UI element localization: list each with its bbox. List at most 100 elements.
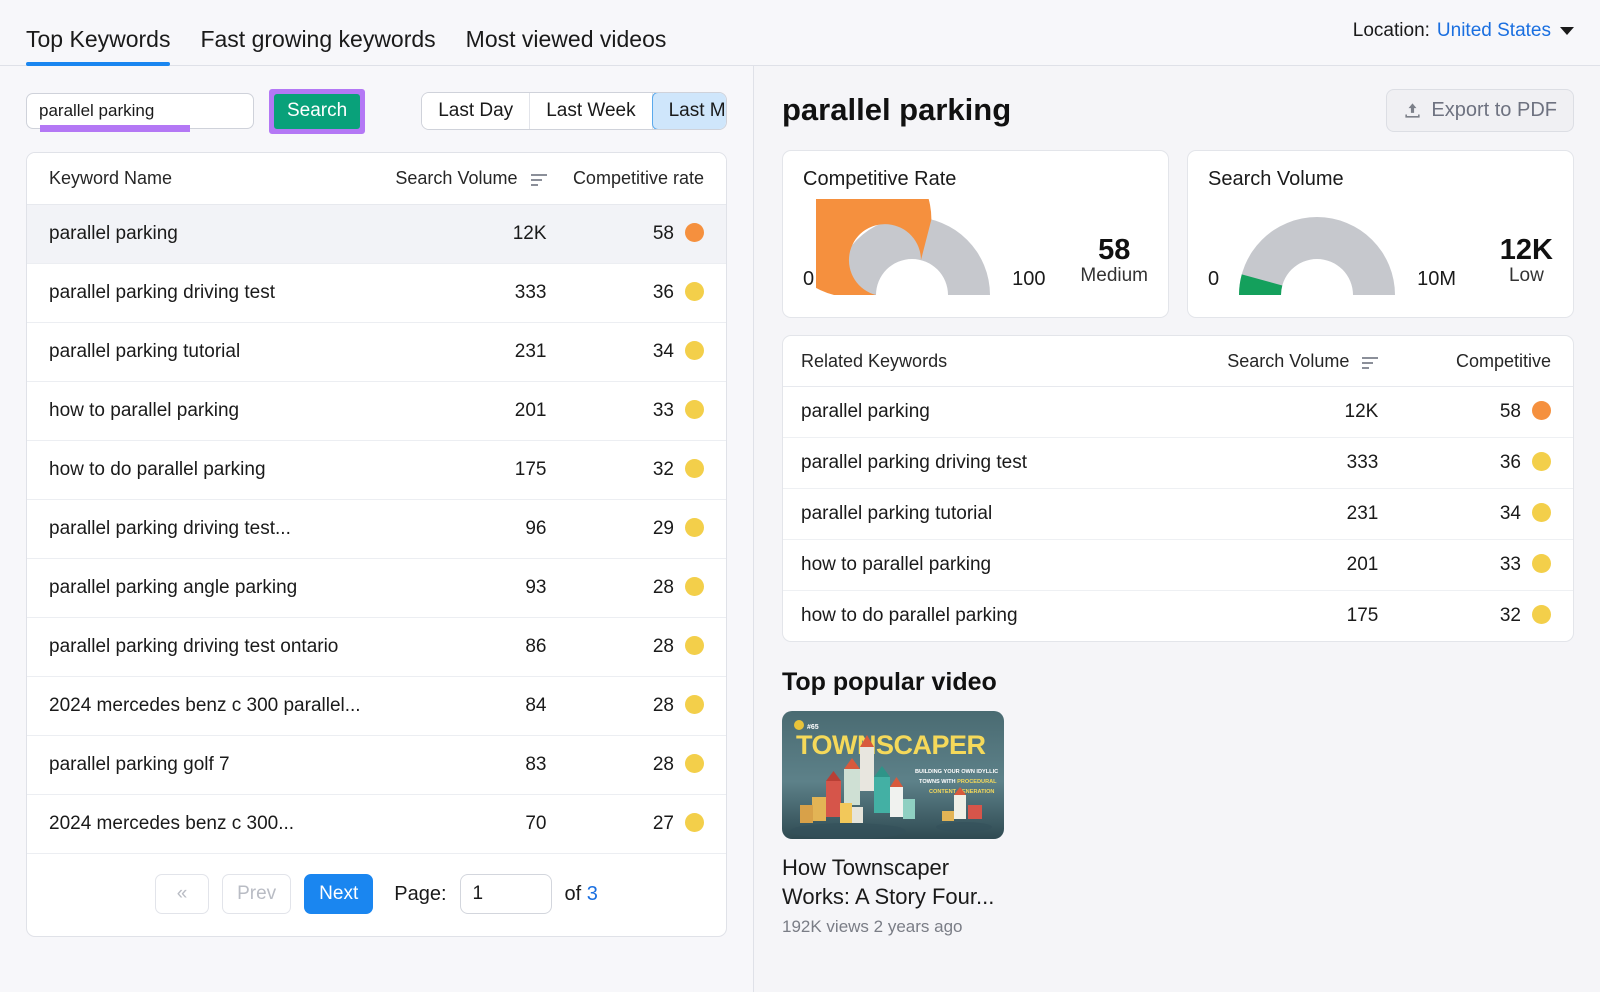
chevron-down-icon[interactable] (1560, 27, 1574, 35)
range-last-week[interactable]: Last Week (530, 93, 652, 129)
competitive-rate-dot (685, 636, 704, 655)
location-value[interactable]: United States (1437, 20, 1551, 42)
competitive-rate-card: Competitive Rate 0 100 58 Medium (782, 150, 1169, 318)
tab-top-keywords[interactable]: Top Keywords (26, 26, 170, 65)
competitive-rate-dot (685, 577, 704, 596)
competitive-rate-dot (685, 400, 704, 419)
location-label: Location: (1353, 20, 1430, 42)
table-row[interactable]: parallel parking driving test33336 (27, 264, 726, 323)
search-field-wrapper (26, 93, 254, 129)
first-page-button[interactable]: « (155, 874, 209, 914)
table-row[interactable]: parallel parking driving test33336 (783, 438, 1573, 489)
column-related-search-volume[interactable]: Search Volume (1135, 336, 1379, 387)
keywords-card: Keyword Name Search Volume Competitive r… (26, 152, 727, 937)
search-volume-card: Search Volume 0 10M 12K Low (1187, 150, 1574, 318)
keyword-name-cell: parallel parking driving test (783, 438, 1135, 489)
table-row[interactable]: 2024 mercedes benz c 300 parallel...8428 (27, 677, 726, 736)
tab-top-keywords-label: Top Keywords (26, 26, 170, 52)
video-title[interactable]: How Townscaper Works: A Story Four... (782, 853, 1012, 911)
total-pages-value: 3 (587, 883, 598, 905)
search-volume-cell: 201 (1135, 540, 1379, 591)
keyword-name-cell: parallel parking driving test... (27, 500, 369, 559)
table-row[interactable]: how to do parallel parking17532 (27, 441, 726, 500)
keyword-name-cell: parallel parking tutorial (27, 323, 369, 382)
upload-icon (1403, 101, 1422, 120)
keywords-table-head: Keyword Name Search Volume Competitive r… (27, 153, 726, 205)
svg-text:BUILDING YOUR OWN IDYLLIC: BUILDING YOUR OWN IDYLLIC (915, 769, 998, 775)
controls-row: Search Last Day Last Week Last Month (26, 88, 727, 134)
search-volume-gauge-svg (1221, 199, 1413, 299)
competitive-rate-cell: 28 (547, 736, 727, 795)
table-row[interactable]: how to do parallel parking17532 (783, 591, 1573, 642)
location-selector[interactable]: Location: United States (1353, 20, 1574, 46)
column-keyword-name-label: Keyword Name (49, 168, 172, 188)
competitive-rate-cell: 58 (1378, 387, 1573, 438)
range-last-day[interactable]: Last Day (422, 93, 530, 129)
table-row[interactable]: 2024 mercedes benz c 300...7027 (27, 795, 726, 854)
table-row[interactable]: parallel parking driving test ontario862… (27, 618, 726, 677)
column-search-volume[interactable]: Search Volume (369, 153, 546, 205)
table-row[interactable]: parallel parking12K58 (27, 205, 726, 264)
table-row[interactable]: parallel parking tutorial23134 (27, 323, 726, 382)
column-related-keywords: Related Keywords (783, 336, 1135, 387)
search-volume-value-block: 12K Low (1500, 235, 1553, 299)
detail-header: parallel parking Export to PDF (782, 84, 1574, 136)
keyword-name-cell: parallel parking tutorial (783, 489, 1135, 540)
competitive-rate-dot (685, 223, 704, 242)
prev-page-button[interactable]: Prev (222, 874, 291, 914)
export-to-pdf-button[interactable]: Export to PDF (1386, 89, 1574, 132)
video-thumbnail-image: #65 TOWNSCAPER BUILDING YOUR OWN IDYLLIC… (782, 711, 1004, 839)
next-page-button[interactable]: Next (304, 874, 373, 914)
competitive-rate-gauge-svg (816, 199, 1008, 299)
competitive-rate-cell: 32 (547, 441, 727, 500)
tab-fast-growing-keywords-label: Fast growing keywords (200, 26, 435, 52)
tab-most-viewed-videos[interactable]: Most viewed videos (466, 26, 667, 65)
column-competitive-rate: Competitive rate (547, 153, 727, 205)
keyword-name-cell: parallel parking (27, 205, 369, 264)
range-last-month[interactable]: Last Month (652, 92, 727, 130)
search-volume-cell: 231 (369, 323, 546, 382)
competitive-rate-dot (1532, 554, 1551, 573)
sort-descending-icon[interactable] (1362, 357, 1378, 369)
page-number-input[interactable] (460, 874, 552, 914)
search-input[interactable] (26, 93, 254, 129)
table-row[interactable]: parallel parking angle parking9328 (27, 559, 726, 618)
column-keyword-name: Keyword Name (27, 153, 369, 205)
right-panel: parallel parking Export to PDF Competiti… (754, 66, 1600, 992)
competitive-rate-value-block: 58 Medium (1080, 235, 1148, 299)
table-row[interactable]: parallel parking tutorial23134 (783, 489, 1573, 540)
keyword-name-cell: 2024 mercedes benz c 300 parallel... (27, 677, 369, 736)
competitive-rate-cell: 34 (1378, 489, 1573, 540)
keyword-name-cell: parallel parking (783, 387, 1135, 438)
search-volume-cell: 231 (1135, 489, 1379, 540)
competitive-rate-dot (685, 282, 704, 301)
table-row[interactable]: parallel parking golf 78328 (27, 736, 726, 795)
sort-descending-icon[interactable] (531, 174, 547, 186)
column-competitive-rate-label: Competitive rate (573, 168, 704, 188)
search-volume-value: 12K (1500, 235, 1553, 265)
competitive-rate-dot (685, 459, 704, 478)
tab-fast-growing-keywords[interactable]: Fast growing keywords (200, 26, 435, 65)
competitive-rate-cell: 36 (1378, 438, 1573, 489)
tab-list: Top Keywords Fast growing keywords Most … (26, 0, 666, 65)
video-thumbnail[interactable]: #65 TOWNSCAPER BUILDING YOUR OWN IDYLLIC… (782, 711, 1004, 839)
competitive-rate-cell: 32 (1378, 591, 1573, 642)
table-row[interactable]: parallel parking driving test...9629 (27, 500, 726, 559)
table-row[interactable]: how to parallel parking20133 (783, 540, 1573, 591)
competitive-rate-dot (685, 754, 704, 773)
keywords-table-body: parallel parking12K58parallel parking dr… (27, 205, 726, 854)
competitive-rate-dot (1532, 605, 1551, 624)
competitive-rate-max-label: 100 (1012, 268, 1045, 299)
pagination: « Prev Next Page: of 3 (27, 853, 726, 936)
export-to-pdf-label: Export to PDF (1431, 99, 1557, 122)
keyword-name-cell: parallel parking driving test (27, 264, 369, 323)
competitive-rate-dot (685, 813, 704, 832)
table-row[interactable]: how to parallel parking20133 (27, 382, 726, 441)
table-row[interactable]: parallel parking12K58 (783, 387, 1573, 438)
search-volume-cell: 175 (1135, 591, 1379, 642)
search-button[interactable]: Search (274, 94, 360, 129)
search-volume-cell: 70 (369, 795, 546, 854)
competitive-rate-cell: 36 (547, 264, 727, 323)
competitive-rate-cell: 33 (547, 382, 727, 441)
search-volume-cell: 96 (369, 500, 546, 559)
